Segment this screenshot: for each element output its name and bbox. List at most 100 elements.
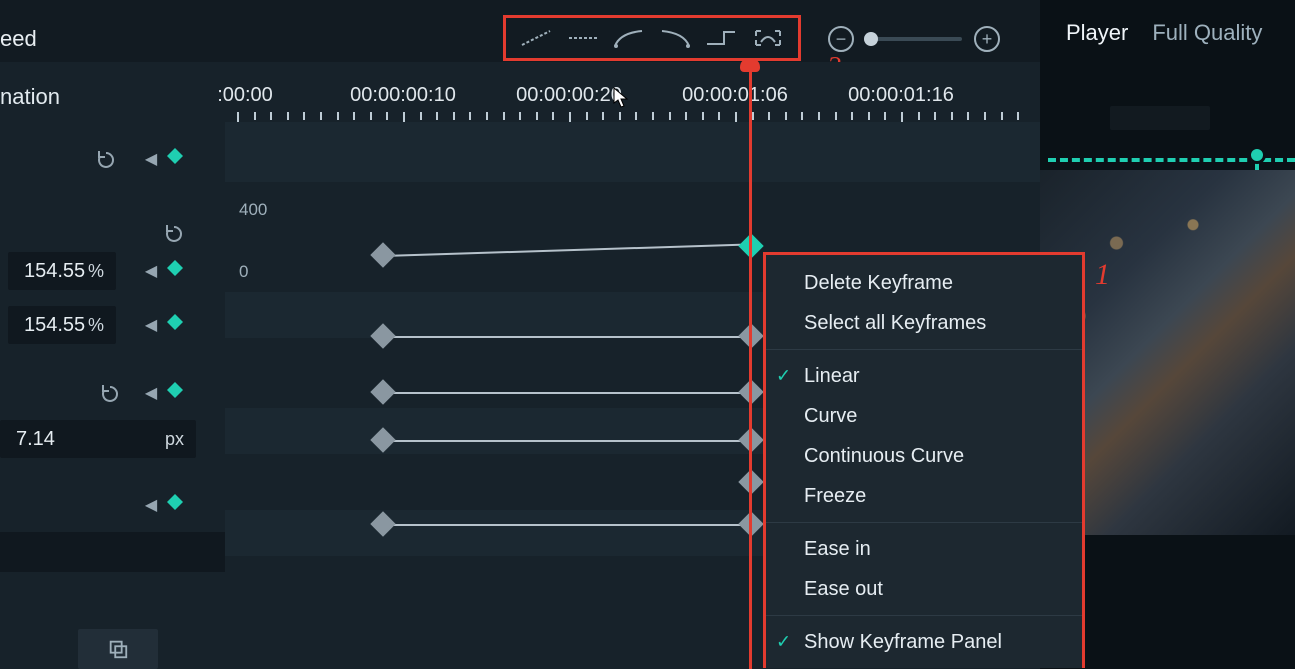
ruler-tick — [552, 112, 554, 120]
ctx-ease-out[interactable]: Ease out — [766, 569, 1082, 609]
curve-pos-x — [383, 440, 752, 442]
ruler-tick — [469, 112, 471, 120]
curve-scale-y — [383, 336, 752, 338]
scale-x-prev-keyframe-icon[interactable]: ◀ — [144, 264, 158, 278]
timeline-zoom-control: − + — [828, 26, 1000, 52]
curve-mode-ease-out-button[interactable] — [609, 24, 649, 52]
scale-x-keyframe-toggle[interactable] — [166, 259, 184, 277]
track-animation[interactable] — [225, 122, 1040, 182]
ruler-tick — [718, 112, 720, 120]
timeline-ruler[interactable]: :00:00 00:00:00:10 00:00:00:20 00:00:01:… — [225, 62, 1040, 122]
curve-mode-ease-in-button[interactable] — [655, 24, 695, 52]
ruler-tick — [884, 112, 886, 120]
ruler-tick — [801, 112, 803, 120]
ctx-linear[interactable]: ✓ Linear — [766, 356, 1082, 396]
scale-x-value: 154.55 — [24, 260, 85, 283]
ruler-tick — [353, 112, 355, 120]
ruler-label-1: 00:00:00:10 — [350, 84, 456, 107]
ruler-label-2: 00:00:00:20 — [516, 84, 622, 107]
animation-reset-button[interactable] — [92, 146, 120, 174]
curve-mode-custom-button[interactable] — [748, 24, 788, 52]
scale-x-input[interactable]: 154.55 % — [8, 252, 116, 290]
curve-mode-linear-button[interactable] — [516, 24, 556, 52]
ctx-select-all-keyframes[interactable]: Select all Keyframes — [766, 303, 1082, 343]
graph-ylabel-400: 400 — [239, 200, 267, 220]
zoom-in-button[interactable]: + — [974, 26, 1000, 52]
ctx-freeze[interactable]: Freeze — [766, 476, 1082, 516]
animation-keyframe-toggle[interactable] — [166, 147, 184, 165]
scale-y-value: 154.55 — [24, 314, 85, 337]
ruler-tick — [1017, 112, 1019, 120]
scale-y-unit: % — [88, 315, 104, 336]
ctx-show-keyframe-panel[interactable]: ✓ Show Keyframe Panel — [766, 622, 1082, 662]
ruler-tick — [1001, 112, 1003, 120]
zoom-out-button[interactable]: − — [828, 26, 854, 52]
position-prev-keyframe-icon[interactable]: ◀ — [144, 386, 158, 400]
ruler-tick — [967, 112, 969, 120]
ruler-tick — [287, 112, 289, 120]
ruler-tick — [818, 112, 820, 120]
graph-ylabel-0: 0 — [239, 262, 248, 282]
ruler-tick — [619, 112, 621, 120]
ruler-tick — [536, 112, 538, 120]
ctx-ease-in[interactable]: Ease in — [766, 529, 1082, 569]
tab-player[interactable]: Player — [1066, 20, 1128, 46]
zoom-slider-thumb[interactable] — [864, 32, 878, 46]
position-reset-button[interactable] — [96, 380, 124, 408]
ruler-tick — [951, 112, 953, 120]
extra-keyframe-toggle[interactable] — [166, 493, 184, 511]
ctx-separator-1 — [766, 349, 1082, 350]
curve-pos-group — [383, 392, 752, 394]
player-marker-strip — [1040, 140, 1295, 170]
ruler-tick — [984, 112, 986, 120]
ruler-tick — [436, 112, 438, 120]
ruler-tick — [868, 112, 870, 120]
ruler-tick — [420, 112, 422, 120]
ruler-tick — [785, 112, 787, 120]
curve-mode-step-button[interactable] — [701, 24, 741, 52]
ctx-delete-keyframe[interactable]: Delete Keyframe — [766, 263, 1082, 303]
ruler-tick — [254, 112, 256, 120]
ruler-tick — [635, 112, 637, 120]
property-dark-row — [0, 532, 225, 572]
duplicate-button[interactable] — [78, 629, 158, 669]
extra-prev-keyframe-icon[interactable]: ◀ — [144, 498, 158, 512]
check-icon: ✓ — [776, 366, 791, 387]
scale-y-input[interactable]: 154.55 % — [8, 306, 116, 344]
ruler-tick — [320, 112, 322, 120]
playhead-handle-icon[interactable] — [740, 58, 760, 72]
property-panel: nation ◀ 154.55 % ◀ 154.55 % ◀ ◀ 7.14 px… — [0, 62, 225, 669]
position-x-input[interactable]: 7.14 px — [0, 420, 196, 458]
position-keyframe-toggle[interactable] — [166, 381, 184, 399]
position-x-value: 7.14 — [16, 428, 55, 451]
ctx-continuous-curve[interactable]: Continuous Curve — [766, 436, 1082, 476]
ctx-curve[interactable]: Curve — [766, 396, 1082, 436]
ruler-label-0: :00:00 — [217, 84, 273, 107]
zoom-slider[interactable] — [866, 37, 962, 41]
ruler-tick — [652, 112, 654, 120]
ruler-tick — [270, 112, 272, 120]
ruler-tick — [370, 112, 372, 120]
ruler-tick — [303, 112, 305, 120]
scale-x-unit: % — [88, 261, 104, 282]
ctx-separator-3 — [766, 615, 1082, 616]
ruler-tick — [934, 112, 936, 120]
marker-playhead-icon[interactable] — [1248, 146, 1266, 164]
ruler-tick — [453, 112, 455, 120]
player-tabs: Player Full Quality — [1040, 0, 1295, 60]
scale-y-prev-keyframe-icon[interactable]: ◀ — [144, 318, 158, 332]
position-x-unit: px — [165, 429, 184, 450]
ruler-tick — [702, 112, 704, 120]
scale-y-keyframe-toggle[interactable] — [166, 313, 184, 331]
ruler-tick — [602, 112, 604, 120]
curve-mode-flat-button[interactable] — [563, 24, 603, 52]
scale-reset-button[interactable] — [160, 220, 188, 248]
animation-prev-keyframe-icon[interactable]: ◀ — [144, 152, 158, 166]
curve-mode-toolbar — [503, 15, 801, 61]
timeline-playhead[interactable] — [749, 62, 752, 669]
ruler-label-3: 00:00:01:06 — [682, 84, 788, 107]
ruler-tick — [586, 112, 588, 120]
tab-full-quality[interactable]: Full Quality — [1152, 20, 1262, 46]
ruler-label-4: 00:00:01:16 — [848, 84, 954, 107]
ruler-tick — [486, 112, 488, 120]
